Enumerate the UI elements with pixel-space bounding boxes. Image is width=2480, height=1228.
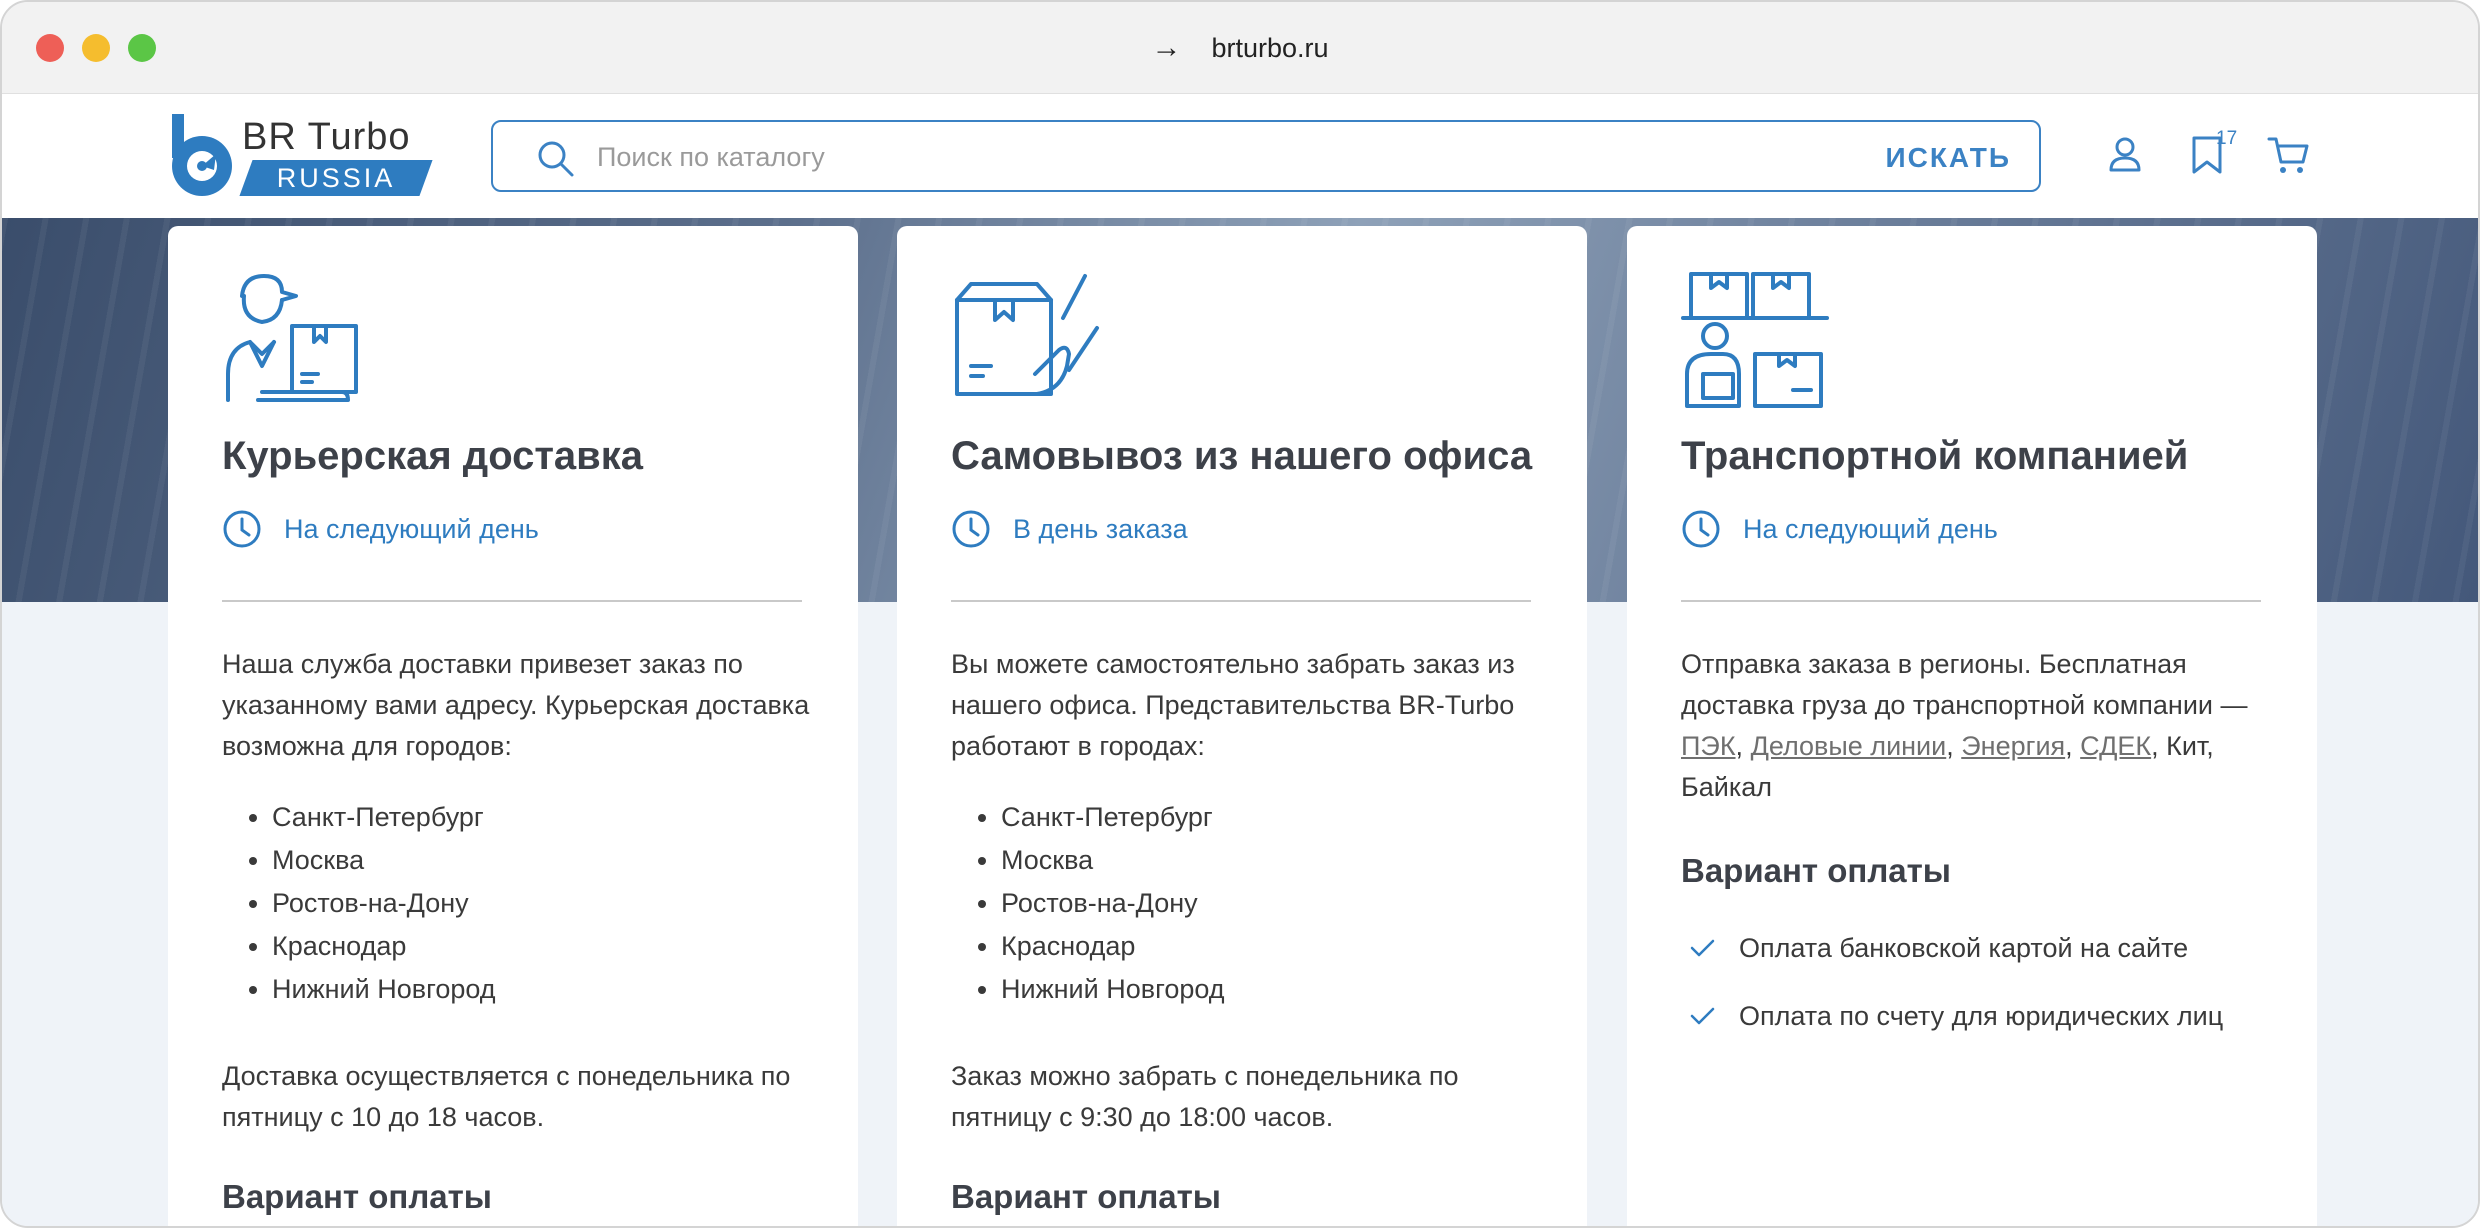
delivery-card-pickup: Самовывоз из нашего офиса В день заказа … xyxy=(897,226,1587,1226)
browser-window: → brturbo.ru BR Turbo RUSSIA ИСКАТЬ xyxy=(0,0,2480,1228)
payment-option: Оплата по счету для юридических лиц xyxy=(1681,996,2271,1036)
card-description: Наша служба доставки привезет заказ по у… xyxy=(222,649,810,761)
divider xyxy=(222,600,802,602)
courier-illustration-icon xyxy=(226,274,358,402)
list-item: Москва xyxy=(1001,839,1225,882)
cities-list: Санкт-Петербург Москва Ростов-на-Дону Кр… xyxy=(1001,796,1225,1011)
list-item: Нижний Новгород xyxy=(1001,968,1225,1011)
cities-list: Санкт-Петербург Москва Ростов-на-Дону Кр… xyxy=(272,796,496,1011)
delivery-time-text: На следующий день xyxy=(1743,513,1998,544)
card-title: Курьерская доставка xyxy=(222,434,644,478)
url-text: brturbo.ru xyxy=(1211,32,1329,63)
user-icon[interactable] xyxy=(2102,132,2148,178)
search-bar: ИСКАТЬ xyxy=(491,120,2041,192)
list-item: Нижний Новгород xyxy=(272,968,496,1011)
warehouse-illustration-icon xyxy=(1681,272,1829,408)
delivery-card-transport: Транспортной компанией На следующий день… xyxy=(1627,226,2317,1226)
payment-heading: Вариант оплаты xyxy=(222,1178,492,1215)
payment-heading: Вариант оплаты xyxy=(1681,852,1951,889)
list-item: Ростов-на-Дону xyxy=(272,882,496,925)
brand-logo[interactable]: BR Turbo RUSSIA xyxy=(170,114,433,198)
search-icon xyxy=(538,141,574,177)
clock-icon xyxy=(1682,510,1720,548)
logo-mark-icon xyxy=(172,114,232,196)
list-item: Санкт-Петербург xyxy=(272,796,496,839)
company-link-energia[interactable]: Энергия xyxy=(1961,731,2065,761)
delivery-time: На следующий день xyxy=(222,508,539,550)
card-hours: Доставка осуществляется с понедельника п… xyxy=(222,1061,791,1132)
divider xyxy=(951,600,1531,602)
divider xyxy=(1681,600,2261,602)
browser-titlebar: → brturbo.ru xyxy=(2,2,2478,94)
logo-sub-text: RUSSIA xyxy=(276,163,396,193)
address-bar[interactable]: → brturbo.ru xyxy=(2,2,2478,94)
bookmarks-count-badge: 17 xyxy=(2216,128,2238,149)
delivery-card-courier: Курьерская доставка На следующий день На… xyxy=(168,226,858,1226)
logo-sub-plate: RUSSIA xyxy=(239,160,433,196)
payment-heading: Вариант оплаты xyxy=(951,1178,1221,1215)
cart-icon[interactable] xyxy=(2266,132,2312,178)
list-item: Ростов-на-Дону xyxy=(1001,882,1225,925)
delivery-time: На следующий день xyxy=(1681,508,1998,550)
delivery-time-text: В день заказа xyxy=(1013,513,1188,544)
card-hours: Заказ можно забрать с понедельника по пя… xyxy=(951,1061,1459,1132)
search-input[interactable] xyxy=(597,136,1747,178)
card-title: Самовывоз из нашего офиса xyxy=(951,434,1533,478)
delivery-time-text: На следующий день xyxy=(284,513,539,544)
clock-icon xyxy=(223,510,261,548)
payment-option: Оплата банковской картой на сайте xyxy=(1681,928,2271,968)
pickup-illustration-icon xyxy=(955,274,1099,396)
list-item: Москва xyxy=(272,839,496,882)
check-icon xyxy=(1690,939,1715,957)
clock-icon xyxy=(952,510,990,548)
payment-option-text: Оплата банковской картой на сайте xyxy=(1739,932,2189,963)
list-item: Санкт-Петербург xyxy=(1001,796,1225,839)
company-link-cdek[interactable]: СДЕК xyxy=(2080,731,2151,761)
logo-brand-text: BR Turbo xyxy=(242,116,411,158)
company-link-dellin[interactable]: Деловые линии xyxy=(1751,731,1947,761)
list-item: Краснодар xyxy=(1001,925,1225,968)
payment-option-text: Оплата по счету для юридических лиц xyxy=(1739,1000,2224,1031)
card-description: Отправка заказа в регионы. Бесплатная до… xyxy=(1681,649,2248,802)
description-text: Отправка заказа в регионы. Бесплатная до… xyxy=(1681,649,2248,720)
company-link-pek[interactable]: ПЭК xyxy=(1681,731,1736,761)
search-button[interactable]: ИСКАТЬ xyxy=(1886,136,2012,180)
check-icon xyxy=(1690,1007,1715,1025)
nav-arrow-icon: → xyxy=(1151,31,1182,64)
delivery-time: В день заказа xyxy=(951,508,1188,550)
site-header: BR Turbo RUSSIA ИСКАТЬ 17 xyxy=(2,94,2478,218)
list-item: Краснодар xyxy=(272,925,496,968)
card-description: Вы можете самостоятельно забрать заказ и… xyxy=(951,649,1515,761)
card-title: Транспортной компанией xyxy=(1681,434,2189,478)
